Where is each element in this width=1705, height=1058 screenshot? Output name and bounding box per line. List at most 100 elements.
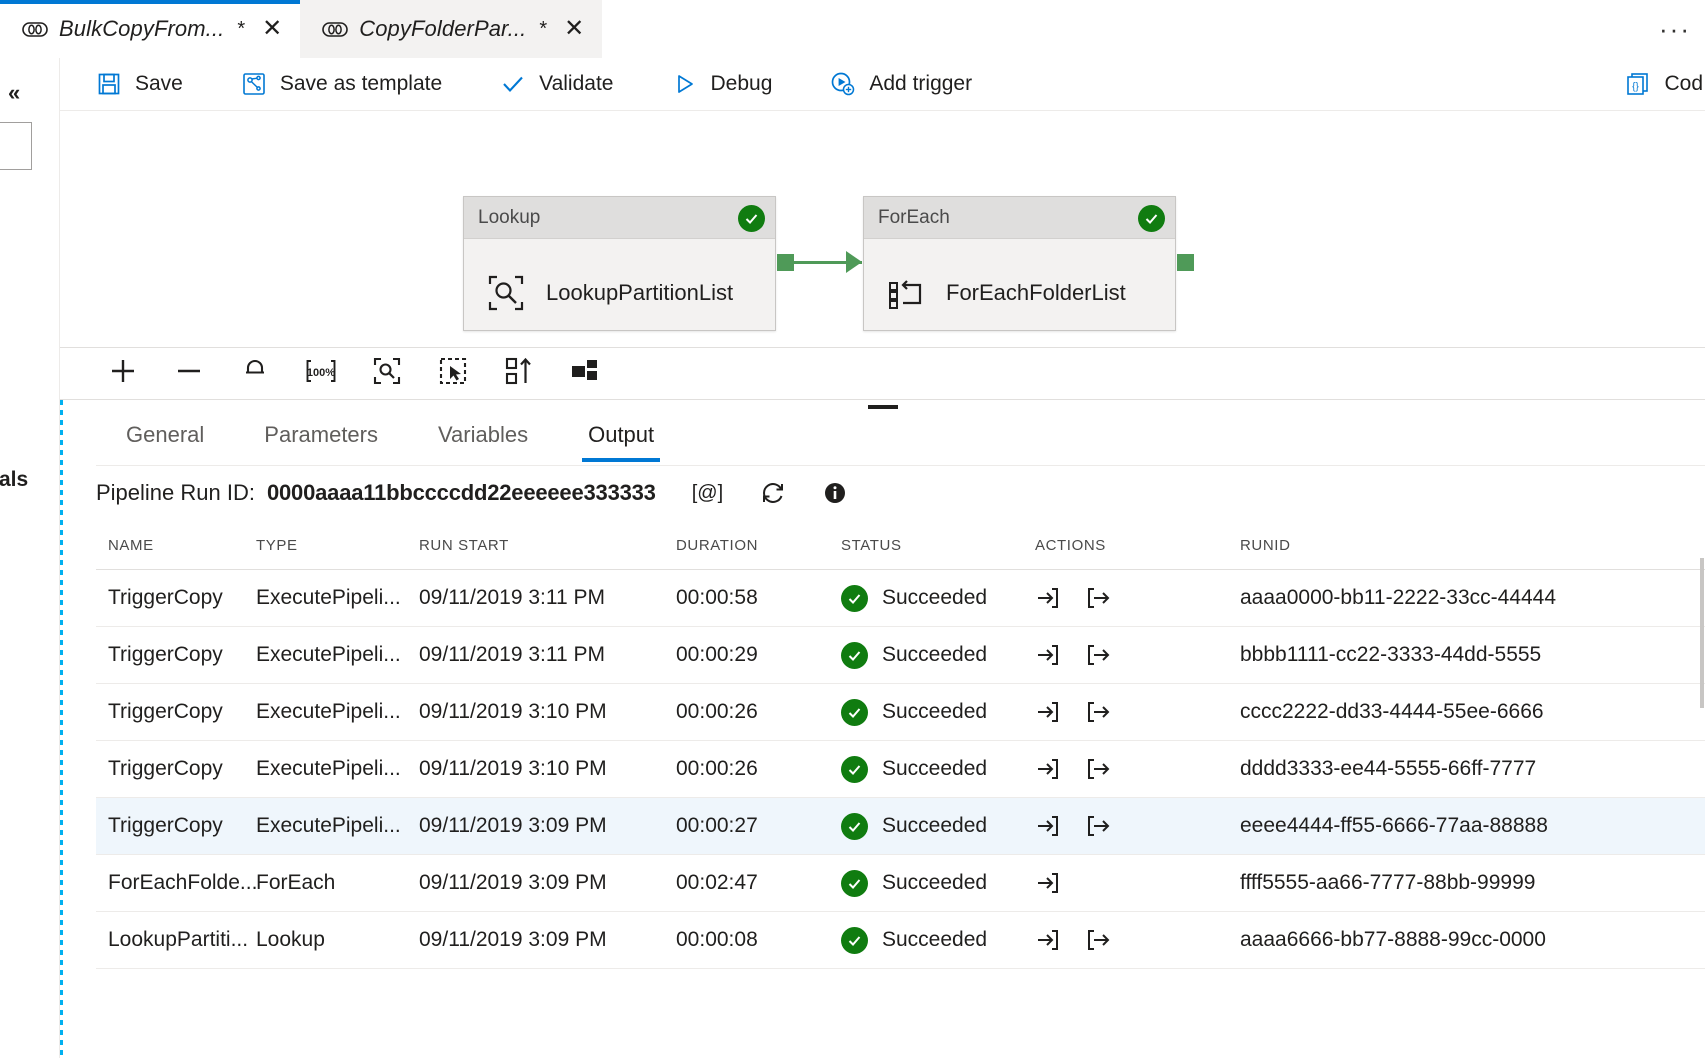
debug-play-icon [671,71,697,97]
output-icon[interactable] [1085,699,1111,725]
tab-parameters[interactable]: Parameters [234,416,408,462]
cell-status: Succeeded [841,642,1035,669]
input-icon[interactable] [1035,927,1061,953]
validate-button[interactable]: Validate [500,71,633,97]
input-icon[interactable] [1035,756,1061,782]
cell-run-start: 09/11/2019 3:11 PM [419,643,676,667]
panel-drop-indicator [60,400,63,1058]
table-row[interactable]: LookupPartiti... Lookup 09/11/2019 3:09 … [96,912,1705,969]
column-header-run-start[interactable]: RUN START [419,537,676,554]
editor-tab-copyfolderpartition[interactable]: CopyFolderPar... * ✕ [300,0,602,58]
lock-canvas-button[interactable] [222,349,288,399]
code-button[interactable]: {} Cod [1625,71,1705,97]
column-header-type[interactable]: TYPE [256,537,419,554]
info-icon[interactable] [823,481,847,505]
editor-tab-title: CopyFolderPar... [359,16,526,42]
cell-type: ExecutePipeli... [256,643,419,667]
zoom-out-button[interactable] [156,349,222,399]
cell-duration: 00:00:27 [676,814,841,838]
cell-actions [1035,870,1240,896]
zoom-out-icon [174,356,204,391]
save-as-template-icon [241,71,267,97]
column-header-actions[interactable]: ACTIONS [1035,537,1240,554]
collapse-panel-icon[interactable]: « [8,80,20,106]
add-trigger-button[interactable]: Add trigger [830,71,992,97]
rail-truncated-label: als [0,468,28,492]
cell-run-start: 09/11/2019 3:10 PM [419,757,676,781]
table-row[interactable]: TriggerCopy ExecutePipeli... 09/11/2019 … [96,798,1705,855]
expression-at-icon[interactable]: [@] [692,482,723,505]
unsaved-indicator: * [539,18,547,41]
input-icon[interactable] [1035,642,1061,668]
save-button[interactable]: Save [96,71,203,97]
cell-run-start: 09/11/2019 3:09 PM [419,928,676,952]
zoom-100-button[interactable]: 100% [288,349,354,399]
cell-actions [1035,756,1240,782]
edge-target-port[interactable] [1177,254,1194,271]
status-label: Succeeded [882,928,987,952]
zoom-in-button[interactable] [90,349,156,399]
zoom-100-icon: 100% [306,357,336,390]
minimap-button[interactable] [552,349,618,399]
input-icon[interactable] [1035,813,1061,839]
status-label: Succeeded [882,586,987,610]
refresh-icon[interactable] [759,479,787,507]
pipeline-run-id-value: 0000aaaa11bbccccdd22eeeeee333333 [267,480,656,506]
input-icon[interactable] [1035,699,1061,725]
table-row[interactable]: ForEachFolde... ForEach 09/11/2019 3:09 … [96,855,1705,912]
status-badge [1138,205,1165,232]
grid-vertical-scrollbar[interactable] [1699,522,1705,1058]
table-row[interactable]: TriggerCopy ExecutePipeli... 09/11/2019 … [96,741,1705,798]
pipeline-canvas[interactable]: Lookup [60,111,1705,347]
cell-status: Succeeded [841,927,1035,954]
activity-node-foreach[interactable]: ForEach ForEachFolde [863,196,1176,331]
validate-button-label: Validate [539,72,613,96]
activity-node-body: LookupPartitionList [464,239,775,331]
close-icon[interactable]: ✕ [262,17,282,41]
input-icon[interactable] [1035,870,1061,896]
column-header-name[interactable]: NAME [96,537,256,554]
table-row[interactable]: TriggerCopy ExecutePipeli... 09/11/2019 … [96,684,1705,741]
marquee-select-button[interactable] [420,349,486,399]
output-icon[interactable] [1085,813,1111,839]
tab-general[interactable]: General [96,416,234,462]
activity-node-lookup[interactable]: Lookup [463,196,776,331]
tab-output[interactable]: Output [558,416,684,462]
scrollbar-thumb[interactable] [1700,558,1704,708]
save-button-label: Save [135,72,183,96]
input-icon[interactable] [1035,585,1061,611]
save-as-template-button[interactable]: Save as template [241,71,462,97]
cell-runid: bbbb1111-cc22-3333-44dd-5555 [1240,643,1705,667]
activity-type-label: ForEach [878,207,950,229]
output-icon[interactable] [1085,585,1111,611]
column-header-duration[interactable]: DURATION [676,537,841,554]
output-icon[interactable] [1085,756,1111,782]
zoom-to-fit-icon [372,356,402,391]
table-row[interactable]: TriggerCopy ExecutePipeli... 09/11/2019 … [96,570,1705,627]
close-icon[interactable]: ✕ [564,17,584,41]
debug-button[interactable]: Debug [671,71,792,97]
cell-type: ExecutePipeli... [256,700,419,724]
cell-actions [1035,813,1240,839]
column-header-status[interactable]: STATUS [841,537,1035,554]
column-header-runid[interactable]: RUNID [1240,537,1705,554]
output-icon[interactable] [1085,927,1111,953]
status-label: Succeeded [882,643,987,667]
cell-duration: 00:00:26 [676,757,841,781]
status-success-icon [841,699,868,726]
auto-align-button[interactable] [486,349,552,399]
panel-resize-handle[interactable] [60,403,1705,411]
cell-runid: aaaa6666-bb77-8888-99cc-0000 [1240,928,1705,952]
active-tab-accent-bar [0,0,300,4]
cell-duration: 00:00:29 [676,643,841,667]
tab-overflow-icon[interactable]: ··· [1659,0,1705,58]
output-icon[interactable] [1085,642,1111,668]
cell-name: ForEachFolde... [96,871,256,895]
zoom-to-fit-button[interactable] [354,349,420,399]
cell-run-start: 09/11/2019 3:10 PM [419,700,676,724]
cell-runid: eeee4444-ff55-6666-77aa-88888 [1240,814,1705,838]
tab-variables[interactable]: Variables [408,416,558,462]
editor-tab-bulkcopyfrom[interactable]: BulkCopyFrom... * ✕ [0,0,300,58]
table-row[interactable]: TriggerCopy ExecutePipeli... 09/11/2019 … [96,627,1705,684]
auto-align-icon [504,356,534,391]
